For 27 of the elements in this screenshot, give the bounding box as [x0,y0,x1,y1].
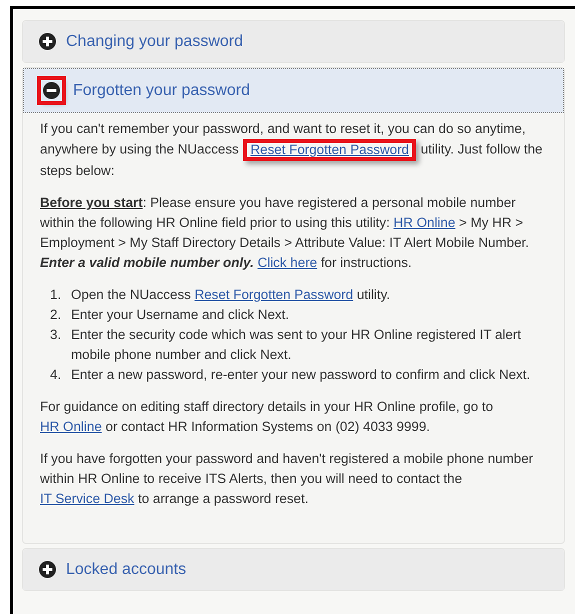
accordion-header[interactable]: Forgotten your password [23,68,564,113]
paragraph: If you can't remember your password, and want to reset it, you can do so anytime, anywhere by using the NUaccess Reset Forgotten Password utility. Just follow the steps below: [40,120,544,180]
accordion-header[interactable]: Locked accounts [23,549,564,590]
list-number: 2. [50,306,62,324]
list-number: 4. [50,366,62,384]
list-number: 3. [50,326,62,344]
accordion-title: Forgotten your password [73,82,250,100]
list-item: Open the NUaccess Reset Forgotten Password utility. [71,286,390,304]
link[interactable]: HR Online [40,419,102,434]
list-number: 1. [50,286,62,304]
paragraph: If you have forgotten your password and haven't registered a mobile phone number within HR Online to receive ITS Alerts, then you will need to contact the IT Service Desk to arrange a password reset. [40,450,534,508]
link[interactable]: Reset Forgotten Password [250,142,409,157]
list-item: Enter a new password, re-enter your new password to confirm and click Next. [71,366,530,384]
accordion-title: Locked accounts [66,560,186,578]
paragraph: For guidance on editing staff directory details in your HR Online profile, go to HR Online or contact HR Information Systems on (02) 4033 9999. [40,398,494,436]
link[interactable]: HR Online [394,215,456,230]
paragraph: Before you start: Please ensure you have registered a personal mobile number within the following HR Online field prior to using this utility: HR Online > My HR > Employment > My Staff Directory Details > Attribute Value: IT Alert Mobile Number. Enter a valid mobile number only. Click here for instructions. [40,194,530,272]
minus-circle-icon [43,82,60,99]
list-item: Enter the security code which was sent to your HR Online registered IT alert mobile phone number and click Next. [71,326,522,364]
link[interactable]: Reset Forgotten Password [194,287,354,302]
accordion-title: Changing your password [66,32,243,50]
link[interactable]: IT Service Desk [40,491,134,506]
link[interactable]: Click here [258,255,318,270]
accordion-header[interactable]: Changing your password [23,21,564,62]
plus-circle-icon [39,33,56,50]
plus-circle-icon [39,561,56,578]
list-item: Enter your Username and click Next. [71,306,290,324]
